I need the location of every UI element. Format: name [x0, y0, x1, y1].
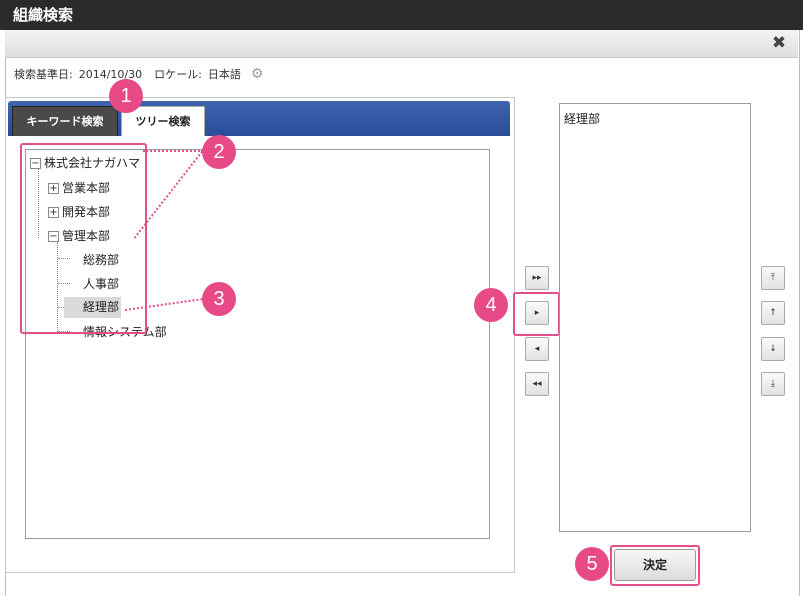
- tab-keyword-search[interactable]: キーワード検索: [12, 106, 118, 136]
- callout-badge-3: 3: [202, 282, 236, 316]
- remove-button[interactable]: ◂: [525, 337, 549, 361]
- move-up-button[interactable]: ↑: [761, 301, 785, 325]
- selected-list[interactable]: 経理部: [559, 103, 751, 532]
- window-title: 組織検索: [0, 0, 803, 30]
- add-button[interactable]: ▸: [525, 301, 549, 325]
- callout-badge-1: 1: [109, 79, 143, 113]
- info-line: 検索基準日: 2014/10/30 ロケール: 日本語 ⚙: [14, 66, 263, 82]
- add-all-button[interactable]: ▸▸: [525, 266, 549, 290]
- gear-icon[interactable]: ⚙: [251, 66, 264, 82]
- move-top-button[interactable]: ⤒: [761, 266, 785, 290]
- callout-badge-2: 2: [202, 135, 236, 169]
- tab-bar: キーワード検索 ツリー検索: [8, 101, 510, 136]
- move-bottom-button[interactable]: ⤓: [761, 372, 785, 396]
- confirm-button[interactable]: 決定: [614, 549, 696, 581]
- highlight-tree-area: [20, 143, 147, 334]
- base-date-value: 2014/10/30: [78, 67, 143, 81]
- locale-value: 日本語: [207, 68, 241, 81]
- selected-item[interactable]: 経理部: [564, 110, 600, 127]
- callout-badge-4: 4: [474, 288, 508, 322]
- close-bar: ✖: [5, 30, 798, 58]
- move-down-button[interactable]: ↓: [761, 337, 785, 361]
- remove-all-button[interactable]: ◂◂: [525, 372, 549, 396]
- callout-badge-5: 5: [575, 547, 609, 581]
- callout-leader: [143, 150, 203, 152]
- locale-label: ロケール:: [154, 68, 202, 81]
- close-icon[interactable]: ✖: [770, 34, 788, 52]
- base-date-label: 検索基準日:: [14, 68, 73, 81]
